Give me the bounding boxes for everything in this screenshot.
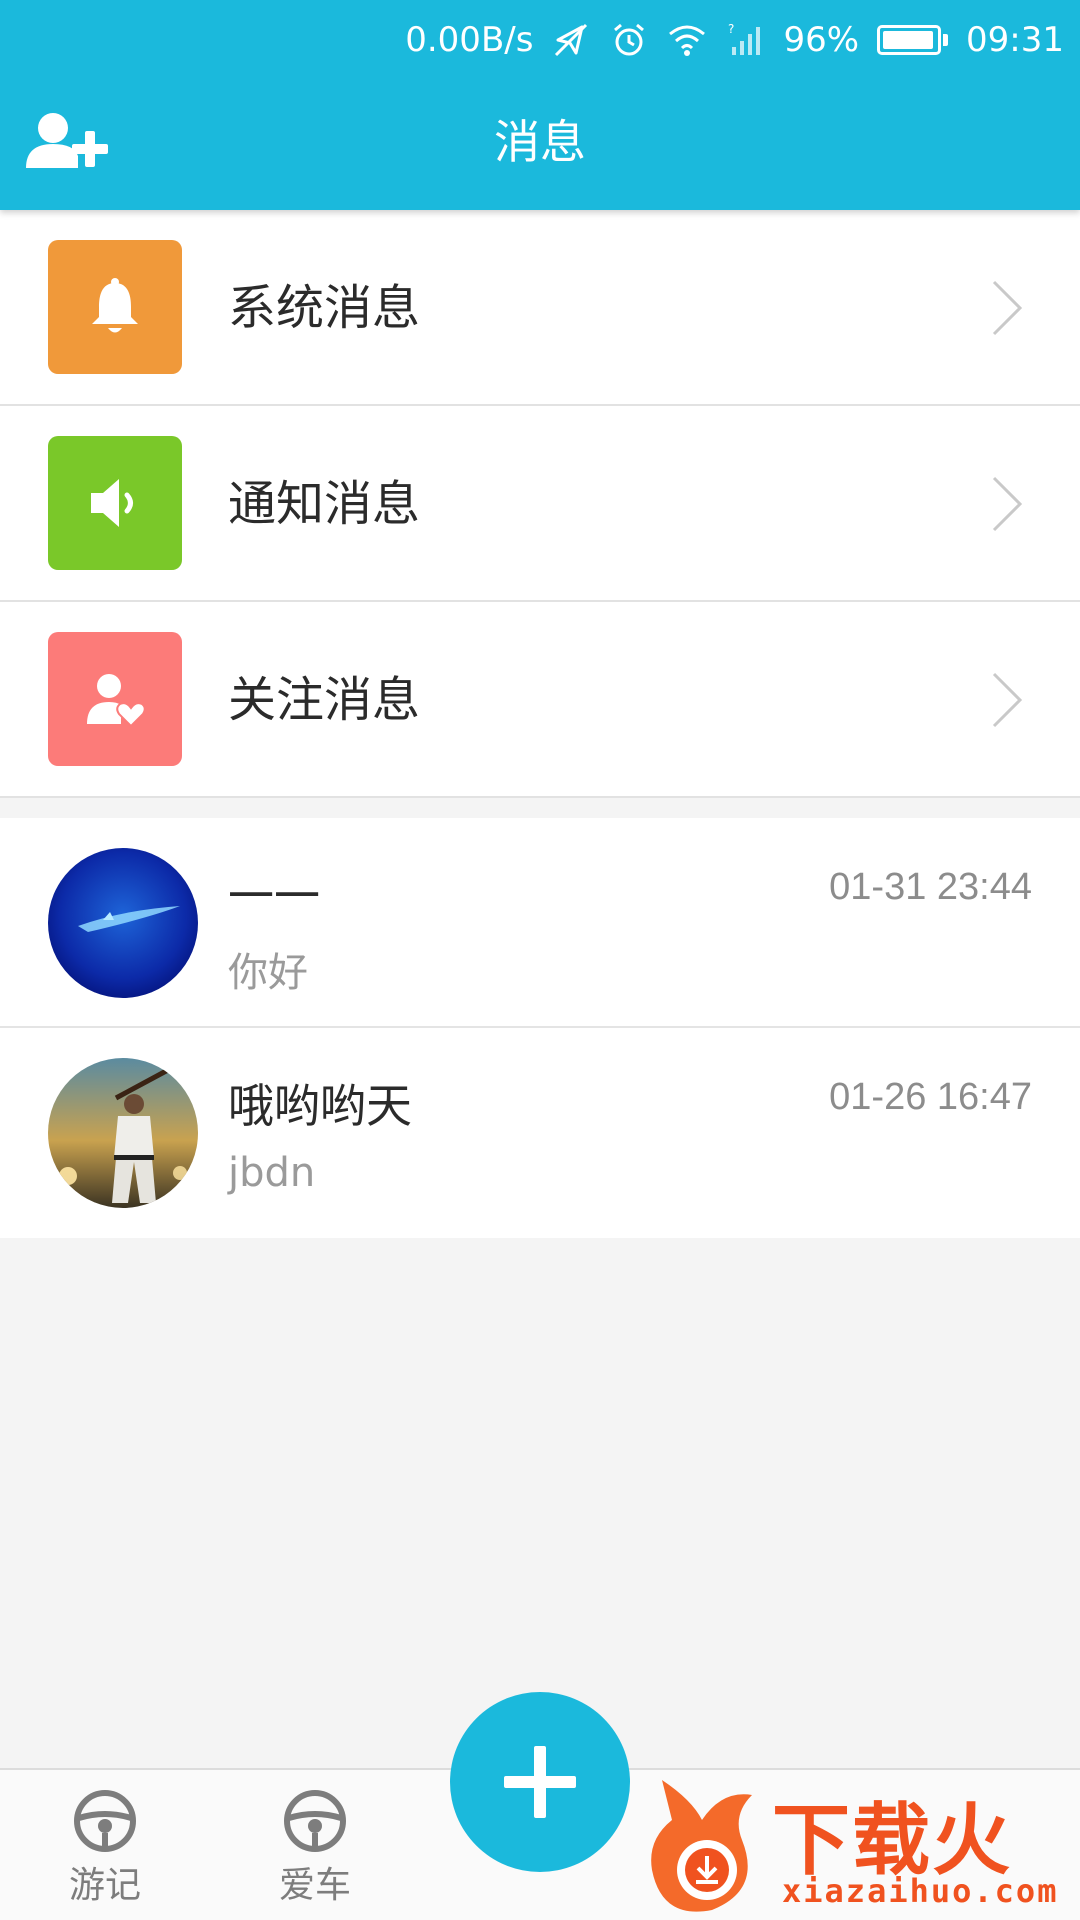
- svg-text:?: ?: [728, 22, 734, 36]
- conversation-preview: 你好: [228, 950, 308, 996]
- steering-wheel-icon: [284, 1790, 346, 1852]
- page-title: 消息: [494, 115, 586, 169]
- nav-label: 爱车: [278, 1865, 351, 1906]
- follow-messages-item[interactable]: 关注消息: [0, 602, 1080, 798]
- nav-label: 游记: [68, 1865, 141, 1906]
- status-bar: 0.00B/s ? 96% 09:31: [0, 0, 1080, 80]
- avatar[interactable]: [48, 1058, 198, 1208]
- avatar[interactable]: [48, 848, 198, 998]
- nav-item-travel-notes[interactable]: 游记: [35, 1788, 175, 1908]
- conversation-list: 一一 01-31 23:44 你好 哦哟哟天 01-26 16:47 jbdn: [0, 818, 1080, 1238]
- watermark-logo: 下载火 xiazaihuo.com: [632, 1760, 1072, 1920]
- status-time: 09:31: [966, 20, 1064, 60]
- chevron-right-icon: [992, 280, 1023, 336]
- conversation-time: 01-31 23:44: [829, 866, 1032, 908]
- signal-icon: ?: [725, 20, 765, 60]
- app-bar: 0.00B/s ? 96% 09:31 消息: [0, 0, 1080, 210]
- follow-messages-label: 关注消息: [228, 672, 421, 728]
- conversation-time: 01-26 16:47: [829, 1076, 1032, 1118]
- conversation-item[interactable]: 哦哟哟天 01-26 16:47 jbdn: [0, 1028, 1080, 1238]
- message-category-list: 系统消息 通知消息 关注消息: [0, 210, 1080, 798]
- follow-heart-icon: [48, 632, 182, 766]
- conversation-name: 一一: [228, 869, 320, 923]
- conversation-preview: jbdn: [228, 1150, 316, 1196]
- battery-percent: 96%: [783, 20, 860, 60]
- system-messages-label: 系统消息: [228, 280, 421, 336]
- alarm-icon: [609, 20, 649, 60]
- bell-icon: [48, 240, 182, 374]
- conversation-name: 哦哟哟天: [228, 1079, 412, 1133]
- chevron-right-icon: [992, 476, 1023, 532]
- notification-messages-label: 通知消息: [228, 476, 421, 532]
- system-messages-item[interactable]: 系统消息: [0, 210, 1080, 406]
- plus-icon: [504, 1746, 576, 1818]
- wifi-icon: [667, 20, 707, 60]
- conversation-item[interactable]: 一一 01-31 23:44 你好: [0, 818, 1080, 1028]
- watermark-url: xiazaihuo.com: [782, 1872, 1059, 1910]
- nav-item-my-car[interactable]: 爱车: [245, 1788, 385, 1908]
- steering-wheel-icon: [74, 1790, 136, 1852]
- chevron-right-icon: [992, 672, 1023, 728]
- mute-vibrate-icon: [551, 20, 591, 60]
- net-speed: 0.00B/s: [405, 20, 534, 60]
- add-fab-button[interactable]: [450, 1692, 630, 1872]
- notification-messages-item[interactable]: 通知消息: [0, 406, 1080, 602]
- speaker-icon: [48, 436, 182, 570]
- flame-logo-icon: [651, 1780, 752, 1912]
- battery-icon: [877, 25, 949, 55]
